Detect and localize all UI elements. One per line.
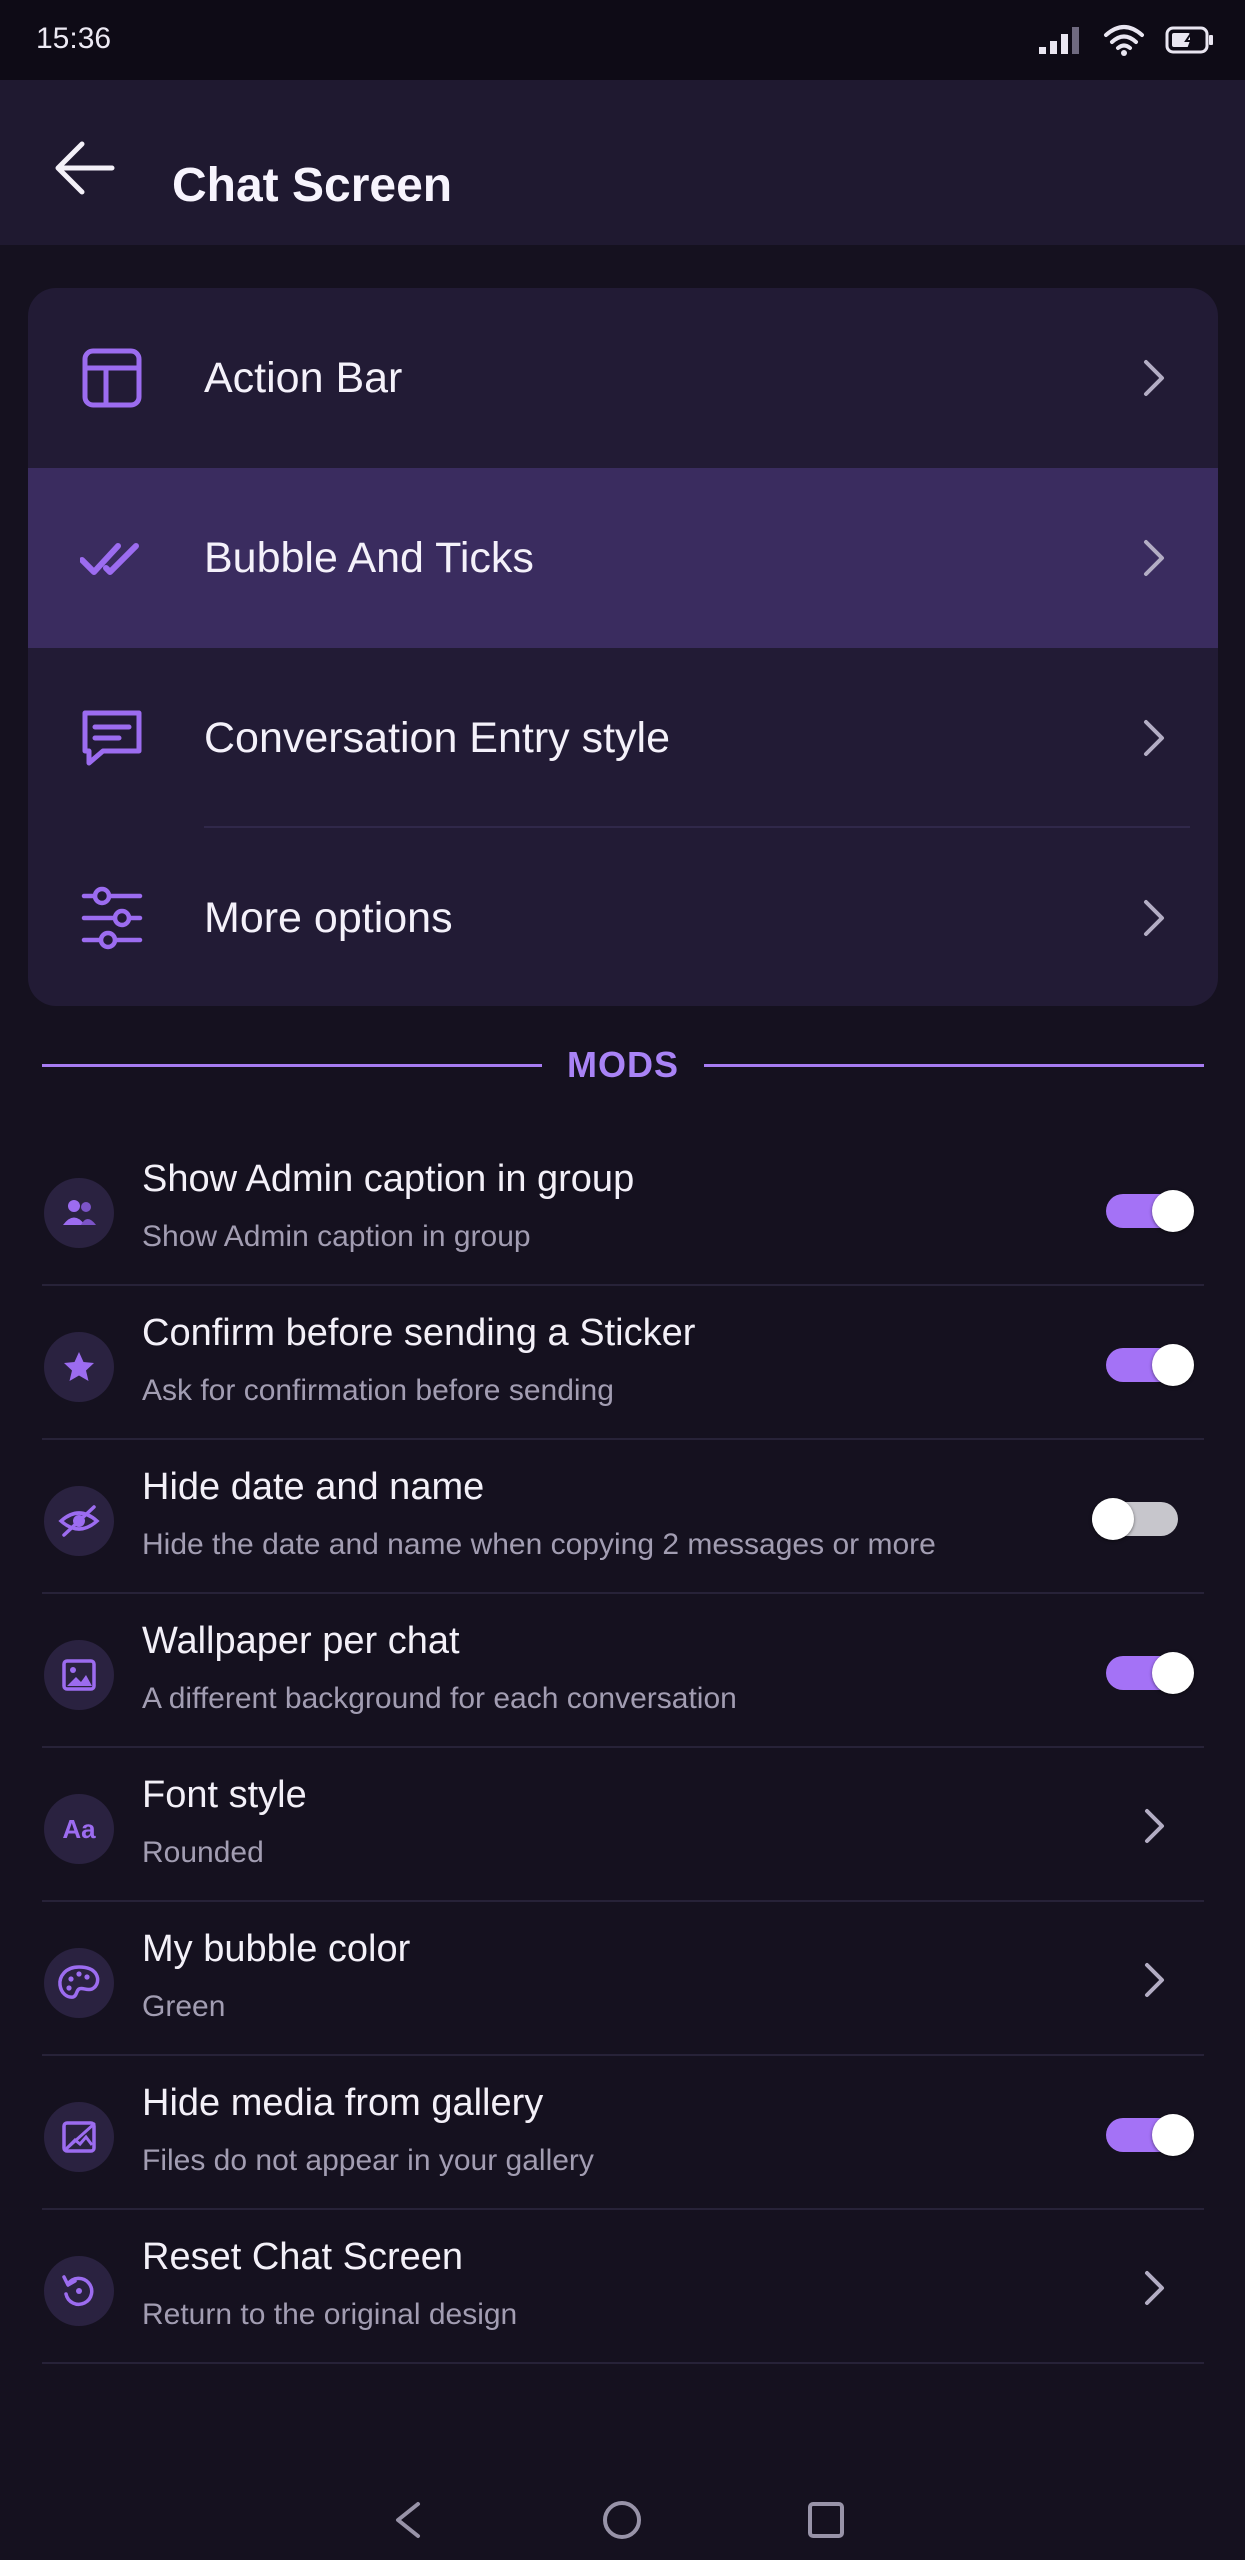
row-divider — [42, 1438, 1204, 1440]
signal-icon — [1039, 27, 1079, 54]
chevron-right-icon — [1145, 1963, 1164, 1997]
font-icon: Aa — [44, 1794, 114, 1864]
wifi-icon — [1104, 25, 1144, 56]
mod-title: Hide date and name — [142, 1466, 485, 1508]
mod-subtitle: Hide the date and name when copying 2 me… — [142, 1528, 936, 1561]
row-divider — [42, 1284, 1204, 1286]
chevron-right-icon — [1144, 360, 1164, 396]
mod-title: Reset Chat Screen — [142, 2236, 464, 2278]
mod-title: Confirm before sending a Sticker — [142, 1312, 696, 1354]
mod-subtitle: Show Admin caption in group — [142, 1220, 531, 1253]
menu-item-label: More options — [204, 894, 453, 942]
nav-recents-button[interactable] — [796, 2490, 856, 2550]
row-divider — [42, 2054, 1204, 2056]
mod-row-hide-date-name[interactable]: Hide date and name Hide the date and nam… — [42, 1442, 1204, 1594]
row-divider — [42, 1900, 1204, 1902]
mod-title: Font style — [142, 1774, 307, 1816]
triangle-back-icon — [396, 2502, 420, 2538]
users-icon — [44, 1178, 114, 1248]
chevron-right-icon — [1145, 2271, 1164, 2305]
toggle-switch[interactable] — [1092, 1498, 1180, 1540]
palette-icon — [44, 1948, 114, 2018]
toggle-switch[interactable] — [1106, 1652, 1194, 1694]
nav-home-button[interactable] — [592, 2490, 652, 2550]
menu-item-label: Bubble And Ticks — [204, 534, 534, 582]
mod-subtitle: Rounded — [142, 1836, 264, 1869]
mod-row-font-style[interactable]: Aa Font style Rounded — [42, 1750, 1204, 1902]
mod-row-wallpaper-per-chat[interactable]: Wallpaper per chat A different backgroun… — [42, 1596, 1204, 1748]
toggle-switch[interactable] — [1106, 1344, 1194, 1386]
toggle-switch[interactable] — [1106, 1190, 1194, 1232]
chevron-right-icon — [1144, 720, 1164, 756]
mod-title: Hide media from gallery — [142, 2082, 544, 2124]
square-recents-icon — [808, 2502, 844, 2538]
mod-subtitle: Return to the original design — [142, 2298, 518, 2331]
section-title: MODS — [567, 1044, 679, 1085]
sliders-icon — [76, 882, 148, 954]
mod-title: Show Admin caption in group — [142, 1158, 635, 1200]
mod-row-reset-chat-screen[interactable]: Reset Chat Screen Return to the original… — [42, 2212, 1204, 2364]
status-time: 15:36 — [36, 22, 112, 55]
mod-subtitle: Green — [142, 1990, 226, 2023]
star-icon — [44, 1332, 114, 1402]
system-nav-bar — [0, 2470, 1245, 2560]
section-header-mods: MODS — [42, 1040, 1204, 1090]
double-check-icon — [76, 522, 148, 594]
menu-item-action-bar[interactable]: Action Bar — [28, 288, 1218, 468]
chevron-right-icon — [1145, 1809, 1164, 1843]
toggle-switch[interactable] — [1106, 2114, 1194, 2156]
image-icon — [44, 1640, 114, 1710]
nav-back-button[interactable] — [378, 2490, 438, 2550]
menu-item-label: Conversation Entry style — [204, 714, 671, 762]
mod-subtitle: Ask for confirmation before sending — [142, 1374, 614, 1407]
row-divider — [42, 1746, 1204, 1748]
chevron-right-icon — [1144, 900, 1164, 936]
image-off-icon — [44, 2102, 114, 2172]
mod-title: Wallpaper per chat — [142, 1620, 460, 1662]
back-button[interactable] — [46, 128, 126, 208]
mod-subtitle: A different background for each conversa… — [142, 1682, 737, 1715]
row-divider — [42, 2362, 1204, 2364]
arrow-left-icon — [55, 141, 115, 195]
font-icon-text: Aa — [62, 1813, 96, 1844]
reset-icon — [44, 2256, 114, 2326]
status-icons — [1037, 18, 1215, 62]
mod-title: My bubble color — [142, 1928, 411, 1970]
app-header: Chat Screen — [0, 80, 1245, 245]
menu-item-conversation-entry-style[interactable]: Conversation Entry style — [28, 648, 1218, 828]
menu-card: Action Bar Bubble And Ticks Conversation… — [28, 288, 1218, 1006]
row-divider — [42, 2208, 1204, 2210]
mod-row-confirm-sticker[interactable]: Confirm before sending a Sticker Ask for… — [42, 1288, 1204, 1440]
layout-icon — [76, 342, 148, 414]
mod-subtitle: Files do not appear in your gallery — [142, 2144, 594, 2177]
row-divider — [42, 1592, 1204, 1594]
chat-bubble-icon — [76, 702, 148, 774]
status-bar: 15:36 — [0, 0, 1245, 80]
circle-home-icon — [603, 2501, 641, 2539]
menu-item-more-options[interactable]: More options — [28, 828, 1218, 1006]
battery-icon — [1165, 26, 1213, 54]
eye-off-icon — [44, 1486, 114, 1556]
page-title: Chat Screen — [172, 159, 453, 212]
mod-row-admin-caption[interactable]: Show Admin caption in group Show Admin c… — [42, 1134, 1204, 1286]
mod-row-bubble-color[interactable]: My bubble color Green — [42, 1904, 1204, 2056]
chevron-right-icon — [1144, 540, 1164, 576]
menu-item-label: Action Bar — [204, 354, 403, 402]
mod-row-hide-media-gallery[interactable]: Hide media from gallery Files do not app… — [42, 2058, 1204, 2210]
menu-item-bubble-and-ticks[interactable]: Bubble And Ticks — [28, 468, 1218, 648]
